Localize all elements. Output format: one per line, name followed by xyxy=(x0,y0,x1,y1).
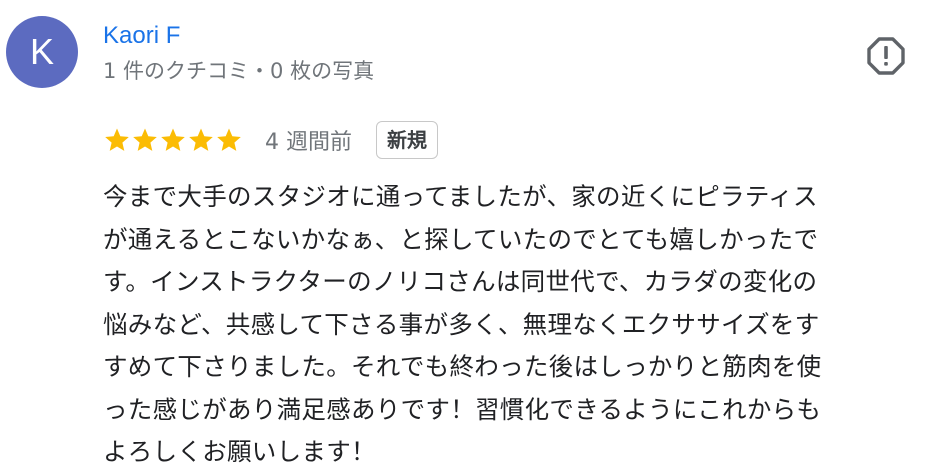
rating-row: 4 週間前 新規 xyxy=(103,118,438,162)
avatar-initial: K xyxy=(29,31,54,72)
review-timestamp: 4 週間前 xyxy=(265,130,352,155)
star-rating xyxy=(103,126,243,154)
reviewer-avatar[interactable]: K xyxy=(6,16,78,88)
report-review-button[interactable] xyxy=(866,36,906,76)
review-text: 今まで大手のスタジオに通ってましたが、家の近くにピラティス が通えるとこないかな… xyxy=(103,176,933,474)
star-icon xyxy=(105,128,129,151)
star-icon xyxy=(133,128,157,151)
star-icon xyxy=(161,128,185,151)
star-icon xyxy=(189,128,213,151)
review-text-line: よろしくお願いします！ xyxy=(103,437,376,466)
report-flag-icon xyxy=(867,37,905,75)
review-text-line: すめて下さりました。それでも終わった後はしっかりと筋肉を使 xyxy=(103,352,822,381)
new-badge: 新規 xyxy=(376,121,438,159)
review-text-line: す。インストラクターのノリコさんは同世代で、カラダの変化の xyxy=(103,267,818,296)
review-text-line: った感じがあり満足感ありです！習慣化できるようにこれからも xyxy=(103,394,822,424)
reviewer-name-link[interactable]: Kaori F xyxy=(103,20,180,52)
reviewer-meta: 1 件のクチコミ・0 枚の写真 xyxy=(103,59,375,83)
star-icon xyxy=(217,128,241,151)
review-text-line: が通えるとこないかなぁ、と探していたのでとても嬉しかったで xyxy=(103,224,819,254)
review-text-line: 今まで大手のスタジオに通ってましたが、家の近くにピラティス xyxy=(103,182,818,211)
review-text-line: 悩みなど、共感して下さる事が多く、無理なくエクササイズをす xyxy=(103,309,820,339)
